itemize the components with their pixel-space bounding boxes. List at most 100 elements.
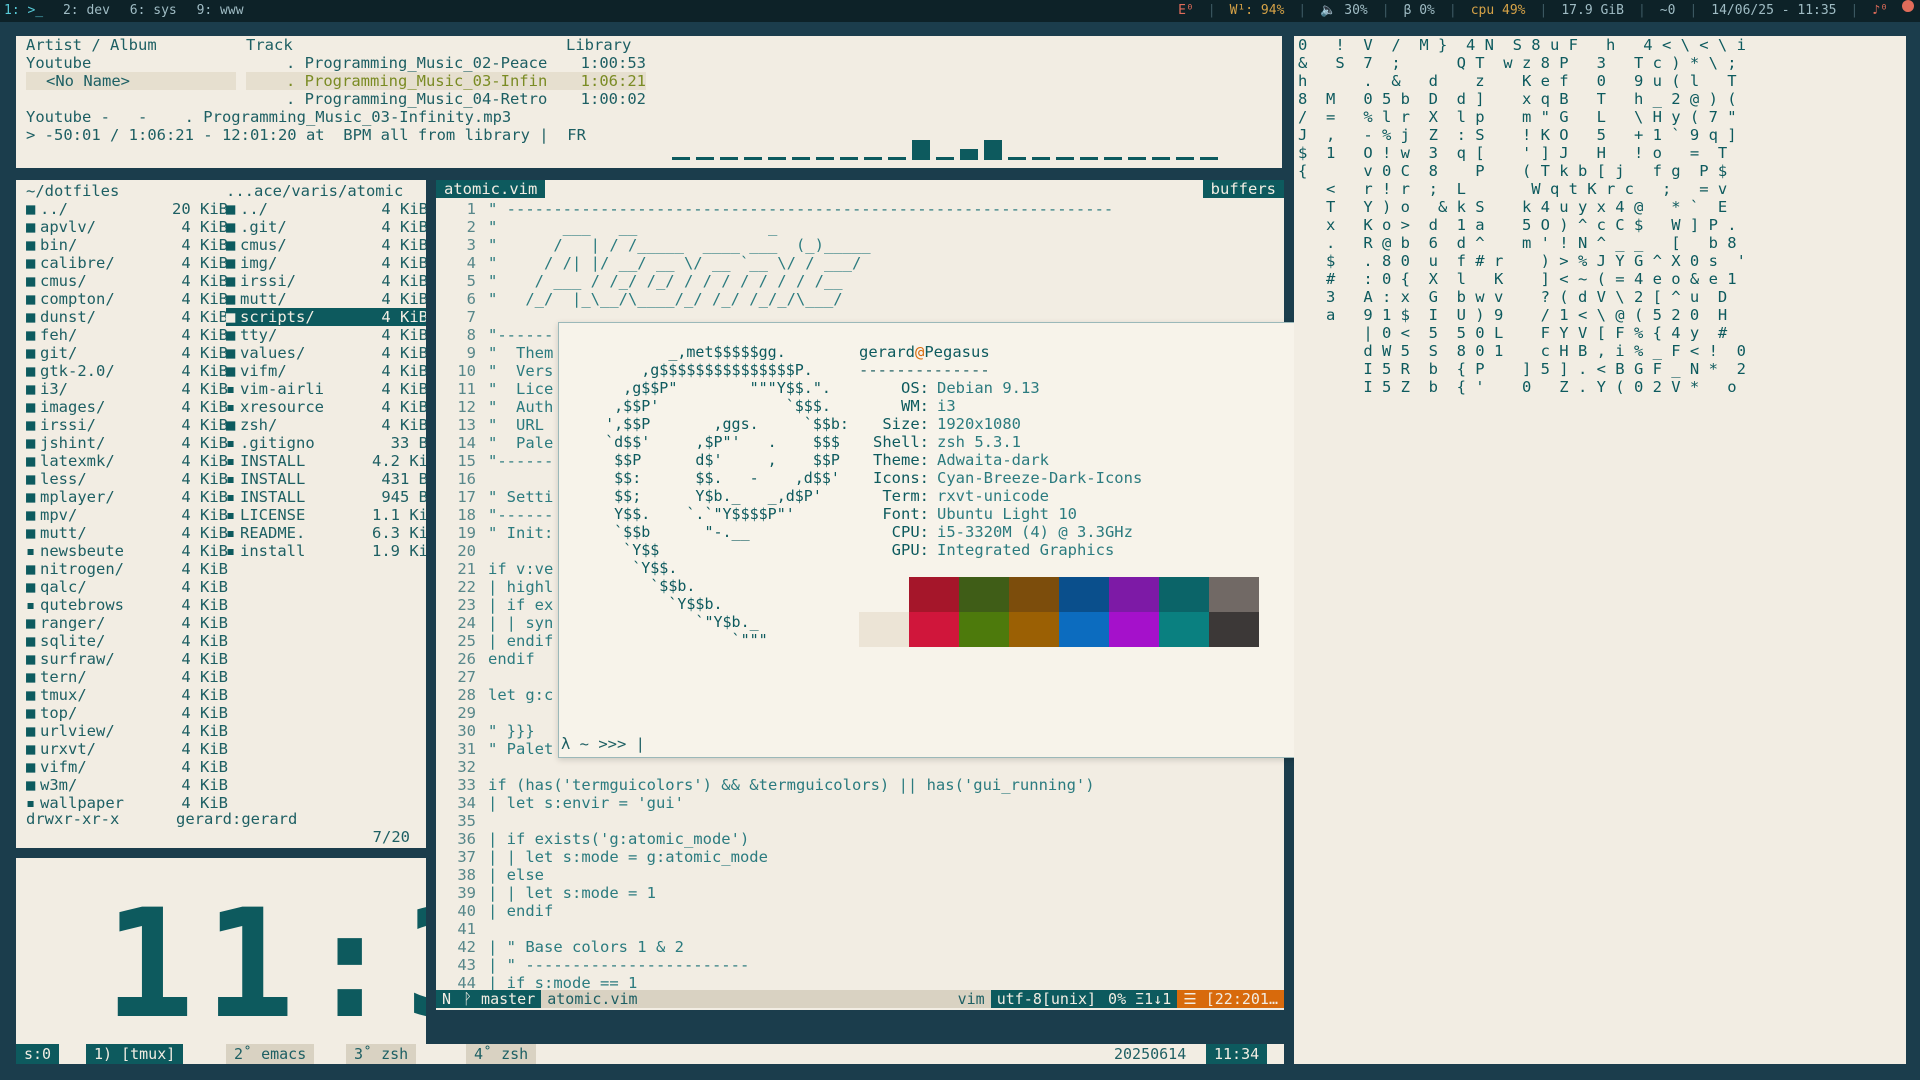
ranger-entry[interactable]: ■ nitrogen/4 KiB bbox=[26, 560, 228, 578]
ranger-entry[interactable]: ■ w3m/4 KiB bbox=[26, 776, 228, 794]
ranger-entry[interactable]: ▪README. 6.3 KiB bbox=[226, 524, 426, 542]
line-text: | endif bbox=[488, 902, 554, 920]
ranger-entry[interactable]: ■ ../ 20 KiB bbox=[26, 200, 228, 218]
ranger-entry[interactable]: ■ surfraw/4 KiB bbox=[26, 650, 228, 668]
ranger-entry[interactable]: ■ tern/4 KiB bbox=[26, 668, 228, 686]
ranger-entry-name: .git/ bbox=[240, 218, 287, 236]
ranger-entry[interactable]: ■ jshint/4 KiB bbox=[26, 434, 228, 452]
ethernet-status: E⁰ bbox=[1178, 3, 1194, 18]
ranger-entry[interactable]: ■ .git/4 KiB bbox=[226, 218, 426, 236]
ranger-entry[interactable]: ■ feh/4 KiB bbox=[26, 326, 228, 344]
ranger-entry-name: ranger/ bbox=[40, 614, 106, 632]
ranger-entry[interactable]: ■ bin/4 KiB bbox=[26, 236, 228, 254]
ranger-entry[interactable]: ■ gtk-2.0/4 KiB bbox=[26, 362, 228, 380]
track-row-playing[interactable]: . Programming_Music_03-Infin 1:06:21 bbox=[246, 72, 646, 90]
ranger-entry[interactable]: ■ img/4 KiB bbox=[226, 254, 426, 272]
ranger-entry[interactable]: ■ less/4 KiB bbox=[26, 470, 228, 488]
artist-item[interactable]: Youtube bbox=[26, 54, 236, 72]
ranger-entry[interactable]: ■ urlview/4 KiB bbox=[26, 722, 228, 740]
file-icon: ▪ bbox=[226, 470, 236, 488]
ranger-entry[interactable]: ■ mutt/4 KiB bbox=[226, 290, 426, 308]
ranger-entry[interactable]: ■ ranger/4 KiB bbox=[26, 614, 228, 632]
ranger-entry[interactable]: ■ calibre/4 KiB bbox=[26, 254, 228, 272]
ranger-entry[interactable]: ■ git/4 KiB bbox=[26, 344, 228, 362]
ranger-entry[interactable]: ■ irssi/4 KiB bbox=[26, 416, 228, 434]
tmux-window-4[interactable]: 4˚ zsh bbox=[466, 1044, 537, 1064]
ranger-entry-size: 4 KiB bbox=[181, 668, 228, 686]
ranger-entry[interactable]: ■ latexmk/4 KiB bbox=[26, 452, 228, 470]
ranger-entry[interactable]: ▪INSTALL 4.2 KiB bbox=[226, 452, 426, 470]
ranger-entry[interactable]: ▪ INSTALL 431 B bbox=[226, 470, 426, 488]
ranger-entry-size: 4 KiB bbox=[181, 236, 228, 254]
ranger-entry[interactable]: ■ cmus/4 KiB bbox=[26, 272, 228, 290]
line-number: 34 bbox=[457, 794, 476, 812]
ranger-entry[interactable]: ▪ qutebrows 4 KiB bbox=[26, 596, 228, 614]
line-number: 11 bbox=[457, 380, 476, 398]
ranger-entry[interactable]: ■ i3/4 KiB bbox=[26, 380, 228, 398]
ranger-entry[interactable]: ■ cmus/4 KiB bbox=[226, 236, 426, 254]
buffers-label[interactable]: buffers bbox=[1202, 180, 1284, 198]
tmux-window-2[interactable]: 2˚ emacs bbox=[226, 1044, 315, 1064]
ranger-entry[interactable]: ■ zsh/4 KiB bbox=[226, 416, 426, 434]
info-value: i3 bbox=[937, 397, 956, 415]
ranger-entry[interactable]: ■ images/4 KiB bbox=[26, 398, 228, 416]
line-text: "------ bbox=[488, 506, 554, 524]
ranger-entry[interactable]: ■ tmux/4 KiB bbox=[26, 686, 228, 704]
ranger-entry-name: jshint/ bbox=[40, 434, 106, 452]
ranger-entry[interactable]: ■ vifm/4 KiB bbox=[26, 758, 228, 776]
workspace-6[interactable]: 6: sys bbox=[130, 3, 177, 18]
ranger-entry[interactable]: ■ ../ 4 KiB bbox=[226, 200, 426, 218]
ranger-entry[interactable]: ▪ INSTALL 945 B bbox=[226, 488, 426, 506]
ranger-entry[interactable]: ■ top/4 KiB bbox=[26, 704, 228, 722]
line-number: 18 bbox=[457, 506, 476, 524]
folder-icon: ■ bbox=[226, 362, 236, 380]
ranger-entry-size: 4 KiB bbox=[181, 686, 228, 704]
neofetch-terminal[interactable]: _,met$$$$$gg. ,g$$$$$$$$$$$$$$$P. ,g$$P"… bbox=[558, 322, 1362, 758]
visualizer-bar bbox=[1032, 157, 1050, 160]
visualizer-bar bbox=[936, 157, 954, 160]
ranger-entry[interactable]: ■ scripts/4 KiB bbox=[226, 308, 426, 326]
ranger-entry[interactable]: ■ mpv/4 KiB bbox=[26, 506, 228, 524]
workspace-9[interactable]: 9: www bbox=[197, 3, 244, 18]
ranger-entry[interactable]: ■ compton/4 KiB bbox=[26, 290, 228, 308]
ranger-entry[interactable]: ■ apvlv/4 KiB bbox=[26, 218, 228, 236]
tmux-window-1[interactable]: 1) [tmux] bbox=[86, 1044, 184, 1064]
ranger-entry[interactable]: ■ dunst/4 KiB bbox=[26, 308, 228, 326]
ranger-entry[interactable]: ▪LICENSE 1.1 KiB bbox=[226, 506, 426, 524]
ranger-entry[interactable]: ■ values/4 KiB bbox=[226, 344, 426, 362]
visualizer-bar bbox=[1176, 157, 1194, 160]
track-row[interactable]: . Programming_Music_04-Retro 1:00:02 bbox=[246, 90, 646, 108]
cmatrix-terminal: 0 ! V / M } 4 N S 8 u F h 4 < \ < \ i & … bbox=[1294, 36, 1906, 1064]
ranger-entry[interactable]: ■ urxvt/4 KiB bbox=[26, 740, 228, 758]
ranger-entry[interactable]: ■ vifm/4 KiB bbox=[226, 362, 426, 380]
album-item[interactable]: <No Name> bbox=[26, 72, 236, 90]
ranger-entry[interactable]: ■ tty/4 KiB bbox=[226, 326, 426, 344]
ranger-entry[interactable]: ■ irssi/4 KiB bbox=[226, 272, 426, 290]
info-value: rxvt-unicode bbox=[937, 487, 1049, 505]
workspace-2[interactable]: 2: dev bbox=[63, 3, 110, 18]
tab-atomic-vim[interactable]: atomic.vim bbox=[436, 180, 546, 198]
ranger-entry[interactable]: ▪ xresource 4 KiB bbox=[226, 398, 426, 416]
ranger-entry[interactable]: ▪ .gitigno 33 B bbox=[226, 434, 426, 452]
info-key: Size: bbox=[882, 415, 929, 433]
datetime: 14/06/25 - 11:35 bbox=[1711, 3, 1837, 18]
ranger-entry[interactable]: ■ sqlite/4 KiB bbox=[26, 632, 228, 650]
ranger-entry[interactable]: ▪ vim-airli 4 KiB bbox=[226, 380, 426, 398]
ranger-entry[interactable]: ■ mplayer/4 KiB bbox=[26, 488, 228, 506]
shell-prompt[interactable]: λ ~ >>> | bbox=[561, 735, 645, 753]
workspace-1[interactable]: 1: >_ bbox=[4, 3, 43, 18]
art-line: $$P d$' , $$P bbox=[569, 451, 840, 469]
tmux-window-3[interactable]: 3˚ zsh bbox=[346, 1044, 417, 1064]
ranger-entry-name: mutt/ bbox=[240, 290, 287, 308]
ranger-entry[interactable]: ▪ newsbeute 4 KiB bbox=[26, 542, 228, 560]
ranger-entry[interactable]: ▪install 1.9 KiB bbox=[226, 542, 426, 560]
art-line: `Y$$ bbox=[569, 541, 660, 559]
notification-icon[interactable] bbox=[1902, 0, 1914, 12]
neofetch-underline: -------------- bbox=[859, 361, 990, 379]
ranger-entry-size: 4 KiB bbox=[181, 632, 228, 650]
ranger-entry[interactable]: ■ mutt/4 KiB bbox=[26, 524, 228, 542]
color-swatch bbox=[1059, 577, 1109, 612]
track-row[interactable]: . Programming_Music_02-Peace 1:00:53 bbox=[246, 54, 646, 72]
ranger-entry-size: 4 KiB bbox=[181, 308, 228, 326]
ranger-entry[interactable]: ■ qalc/4 KiB bbox=[26, 578, 228, 596]
